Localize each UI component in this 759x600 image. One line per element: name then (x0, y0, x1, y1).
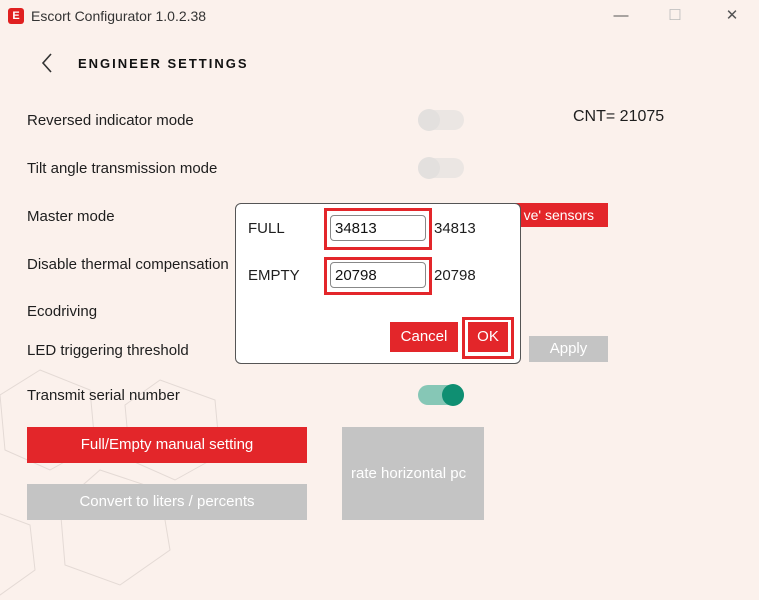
full-input[interactable] (330, 215, 426, 241)
toggle-knob (418, 109, 440, 131)
master-mode-label: Master mode (27, 208, 115, 225)
toggle-knob (442, 384, 464, 406)
calibrate-horizontal-button[interactable]: rate horizontal pc (342, 427, 484, 520)
serial-number-label: Transmit serial number (27, 387, 180, 404)
minimize-button[interactable]: — (606, 4, 636, 28)
chevron-left-icon[interactable] (40, 52, 60, 74)
full-empty-setting-button[interactable]: Full/Empty manual setting (27, 427, 307, 463)
serial-number-toggle[interactable] (418, 384, 464, 406)
empty-label: EMPTY (248, 267, 300, 284)
reversed-indicator-label: Reversed indicator mode (27, 112, 194, 129)
window-title: Escort Configurator 1.0.2.38 (31, 8, 207, 24)
toggle-knob (418, 157, 440, 179)
apply-button[interactable]: Apply (529, 336, 608, 362)
ok-button[interactable]: OK (468, 322, 508, 352)
led-threshold-label: LED triggering threshold (27, 342, 189, 359)
page-title: Engineer settings (78, 56, 249, 71)
maximize-button[interactable]: ☐ (660, 4, 690, 28)
full-label: FULL (248, 220, 285, 237)
ecodriving-label: Ecodriving (27, 303, 98, 320)
reversed-indicator-toggle[interactable] (418, 109, 464, 131)
empty-current-value: 20798 (434, 267, 476, 284)
tilt-angle-toggle[interactable] (418, 157, 464, 179)
full-current-value: 34813 (434, 220, 476, 237)
close-button[interactable]: ✕ (717, 4, 747, 28)
cancel-button[interactable]: Cancel (390, 322, 458, 352)
thermal-compensation-label: Disable thermal compensation (27, 256, 229, 273)
tilt-angle-label: Tilt angle transmission mode (27, 160, 218, 177)
convert-liters-button[interactable]: Convert to liters / percents (27, 484, 307, 520)
cnt-readout: CNT= 21075 (573, 108, 665, 125)
app-logo-icon: E (8, 8, 24, 24)
empty-input[interactable] (330, 262, 426, 288)
full-empty-dialog: FULL 34813 EMPTY 20798 Cancel OK (235, 203, 521, 364)
